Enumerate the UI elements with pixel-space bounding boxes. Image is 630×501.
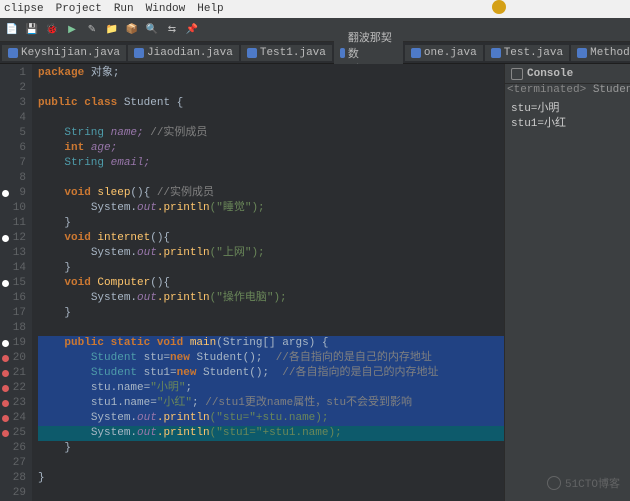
menu-run[interactable]: Run	[114, 3, 134, 15]
console-output: stu=小明 stu1=小红	[505, 100, 630, 134]
output-line: stu=小明	[511, 102, 630, 117]
eclipse-icon	[492, 0, 506, 14]
tab-method[interactable]: Method.java	[571, 45, 630, 61]
watermark: 51CTO博客	[547, 475, 620, 491]
tab-jiaodian[interactable]: Jiaodian.java	[128, 45, 239, 61]
tab-test[interactable]: Test.java	[485, 45, 569, 61]
java-icon	[247, 48, 257, 58]
menu-project[interactable]: Project	[56, 3, 102, 15]
menu-help[interactable]: Help	[197, 3, 223, 15]
java-icon	[491, 48, 501, 58]
menu-bar: clipse Project Run Window Help	[0, 0, 630, 18]
pin-icon[interactable]: 📌	[184, 22, 200, 38]
output-line: stu1=小红	[511, 117, 630, 132]
line-gutter: 1234 5678 91011 121314 15161718 192021 2…	[0, 64, 32, 501]
debug-icon[interactable]: 🐞	[44, 22, 60, 38]
nav-icon[interactable]: ⇆	[164, 22, 180, 38]
console-icon	[511, 68, 523, 80]
folder-icon[interactable]: 📁	[104, 22, 120, 38]
run-icon[interactable]: ▶	[64, 22, 80, 38]
menu-clipse[interactable]: clipse	[4, 3, 44, 15]
console-status: <terminated> Student (1) [Java Appl	[505, 84, 630, 100]
logo-icon	[547, 476, 561, 490]
java-icon	[411, 48, 421, 58]
console-header[interactable]: Console ✕	[505, 64, 630, 84]
edit-icon[interactable]: ✎	[84, 22, 100, 38]
console-title: Console	[527, 68, 573, 80]
java-icon	[8, 48, 18, 58]
console-panel: Console ✕ <terminated> Student (1) [Java…	[504, 64, 630, 501]
tab-keyshijian[interactable]: Keyshijian.java	[2, 45, 126, 61]
java-icon	[134, 48, 144, 58]
save-icon[interactable]: 💾	[24, 22, 40, 38]
tab-test1[interactable]: Test1.java	[241, 45, 332, 61]
package-icon[interactable]: 📦	[124, 22, 140, 38]
java-icon	[577, 48, 587, 58]
toolbar: 📄 💾 🐞 ▶ ✎ 📁 📦 🔍 ⇆ 📌	[0, 18, 630, 42]
code-editor[interactable]: 1234 5678 91011 121314 15161718 192021 2…	[0, 64, 504, 501]
new-icon[interactable]: 📄	[4, 22, 20, 38]
search-icon[interactable]: 🔍	[144, 22, 160, 38]
tab-one[interactable]: one.java	[405, 45, 483, 61]
java-icon	[340, 48, 345, 58]
code-content: package 对象; public class Student { Strin…	[32, 64, 504, 501]
editor-tabs: Keyshijian.java Jiaodian.java Test1.java…	[0, 42, 630, 64]
menu-window[interactable]: Window	[146, 3, 186, 15]
